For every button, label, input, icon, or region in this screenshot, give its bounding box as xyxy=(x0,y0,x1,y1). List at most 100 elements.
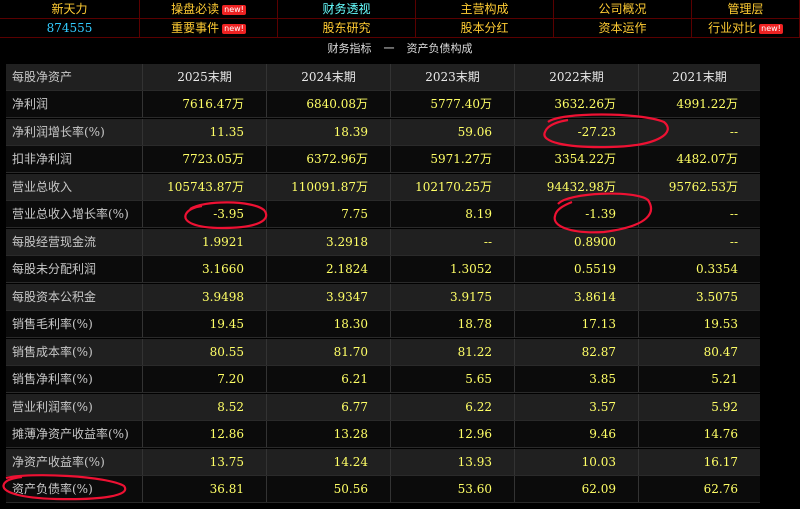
nav-ziben-yunzuo[interactable]: 资本运作 xyxy=(554,19,692,38)
table-row: 销售毛利率(%) 19.45 18.30 18.78 17.13 19.53 xyxy=(6,311,760,338)
value-cell: 7723.05万 xyxy=(142,146,266,172)
row-label[interactable]: 每股经营现金流 xyxy=(6,229,142,255)
row-label[interactable]: 净利润增长率(%) xyxy=(6,119,142,145)
nav-hangye-duibi[interactable]: 行业对比 new! xyxy=(692,19,800,38)
value-cell: 6372.96万 xyxy=(266,146,390,172)
value-cell: 6840.08万 xyxy=(266,91,390,117)
row-label[interactable]: 营业利润率(%) xyxy=(6,394,142,420)
value-cell: 7.75 xyxy=(266,201,390,227)
new-badge: new! xyxy=(222,4,246,15)
table-row: 净利润 7616.47万 6840.08万 5777.40万 3632.26万 4991.… xyxy=(6,91,760,118)
table-row: 营业利润率(%) 8.52 6.77 6.22 3.57 5.92 xyxy=(6,393,760,421)
table-row: 净利润增长率(%) 11.35 18.39 59.06 -27.23 -- xyxy=(6,118,760,146)
value-cell: 8.19 xyxy=(390,201,514,227)
value-cell: 81.70 xyxy=(266,338,390,365)
table-row: 净资产收益率(%) 13.75 14.24 13.93 10.03 16.17 xyxy=(6,448,760,476)
nav-gudong-yanjiu[interactable]: 股东研究 xyxy=(278,19,416,38)
value-cell: 5.92 xyxy=(638,393,760,420)
value-cell: 17.13 xyxy=(514,311,638,337)
table-row: 每股资本公积金 3.9498 3.9347 3.9175 3.8614 3.5075 xyxy=(6,283,760,311)
value-cell: 2.1824 xyxy=(266,256,390,282)
subtitle-balance-sheet[interactable]: 资产负债构成 xyxy=(407,42,473,55)
value-cell: 53.60 xyxy=(390,476,514,502)
subtitle-separator: 一 xyxy=(383,42,395,55)
period-header: 2023末期 xyxy=(390,64,514,90)
value-cell: 6.21 xyxy=(266,366,390,392)
row-label[interactable]: 营业总收入增长率(%) xyxy=(6,201,142,227)
table-row: 销售净利率(%) 7.20 6.21 5.65 3.85 5.21 xyxy=(6,366,760,393)
value-cell: 6.77 xyxy=(266,393,390,420)
value-cell: 14.76 xyxy=(638,421,760,447)
table-row: 扣非净利润 7723.05万 6372.96万 5971.27万 3354.22万 448… xyxy=(6,146,760,173)
subtitle-financial-indicators[interactable]: 财务指标 xyxy=(328,42,372,55)
value-cell: 3.1660 xyxy=(142,256,266,282)
value-cell: -- xyxy=(638,228,760,255)
row-label[interactable]: 摊薄净资产收益率(%) xyxy=(6,421,142,447)
value-cell: 18.30 xyxy=(266,311,390,337)
value-cell: 3.5075 xyxy=(638,283,760,310)
value-cell: -- xyxy=(390,228,514,255)
row-label[interactable]: 销售净利率(%) xyxy=(6,366,142,392)
value-cell: 5.65 xyxy=(390,366,514,392)
value-cell: 1.9921 xyxy=(142,228,266,255)
new-badge: new! xyxy=(222,23,246,34)
table-row: 每股未分配利润 3.1660 2.1824 1.3052 0.5519 0.3354 xyxy=(6,256,760,283)
new-badge: new! xyxy=(759,23,783,34)
value-cell: 0.8900 xyxy=(514,228,638,255)
value-cell: 7616.47万 xyxy=(142,91,266,117)
value-cell: 18.78 xyxy=(390,311,514,337)
row-label[interactable]: 销售毛利率(%) xyxy=(6,311,142,337)
value-cell: 3.9347 xyxy=(266,283,390,310)
row-label[interactable]: 每股资本公积金 xyxy=(6,284,142,310)
period-header: 2024末期 xyxy=(266,64,390,90)
value-cell: -1.39 xyxy=(514,201,638,227)
nav-gongsi-gaikuang[interactable]: 公司概况 xyxy=(554,0,692,19)
period-header: 2025末期 xyxy=(142,64,266,90)
value-cell: 12.86 xyxy=(142,421,266,447)
value-cell: -3.95 xyxy=(142,201,266,227)
value-cell: 5971.27万 xyxy=(390,146,514,172)
table-row: 销售成本率(%) 80.55 81.70 81.22 82.87 80.47 xyxy=(6,338,760,366)
value-cell: 9.46 xyxy=(514,421,638,447)
value-cell: 110091.87万 xyxy=(266,173,390,200)
row-label[interactable]: 净资产收益率(%) xyxy=(6,449,142,475)
row-label[interactable]: 每股未分配利润 xyxy=(6,256,142,282)
value-cell: 105743.87万 xyxy=(142,173,266,200)
value-cell: 19.45 xyxy=(142,311,266,337)
value-cell: 19.53 xyxy=(638,311,760,337)
row-label[interactable]: 营业总收入 xyxy=(6,174,142,200)
value-cell: 50.56 xyxy=(266,476,390,502)
table-row: 资产负债率(%) 36.81 50.56 53.60 62.09 62.76 xyxy=(6,476,760,503)
row-label[interactable]: 扣非净利润 xyxy=(6,146,142,172)
nav-zhuying-goucheng[interactable]: 主营构成 xyxy=(416,0,554,19)
value-cell: 13.28 xyxy=(266,421,390,447)
nav-caiwu-toushi[interactable]: 财务透视 xyxy=(278,0,416,19)
nav-caopan-bidu[interactable]: 操盘必读 new! xyxy=(140,0,278,19)
row-label[interactable]: 净利润 xyxy=(6,91,142,117)
top-nav: 新天力 874555 操盘必读 new! 财务透视 主营构成 公司概况 管理层 重… xyxy=(0,0,800,38)
value-cell: 81.22 xyxy=(390,338,514,365)
value-cell: 5777.40万 xyxy=(390,91,514,117)
period-header: 2021末期 xyxy=(638,64,760,90)
value-cell: 12.96 xyxy=(390,421,514,447)
row-label[interactable]: 销售成本率(%) xyxy=(6,339,142,365)
stock-name: 新天力 xyxy=(0,0,140,19)
value-cell: 18.39 xyxy=(266,118,390,145)
table-row: 摊薄净资产收益率(%) 12.86 13.28 12.96 9.46 14.76 xyxy=(6,421,760,448)
nav-zhongyao-shijian[interactable]: 重要事件 new! xyxy=(140,19,278,38)
value-cell: 80.55 xyxy=(142,338,266,365)
value-cell: 4482.07万 xyxy=(638,146,760,172)
value-cell: 3.9498 xyxy=(142,283,266,310)
value-cell: 3.9175 xyxy=(390,283,514,310)
value-cell: 10.03 xyxy=(514,448,638,475)
value-cell: 3.57 xyxy=(514,393,638,420)
value-cell: 3.85 xyxy=(514,366,638,392)
nav-guanlizeng[interactable]: 管理层 xyxy=(692,0,800,19)
value-cell: 3.2918 xyxy=(266,228,390,255)
table-row: 营业总收入增长率(%) -3.95 7.75 8.19 -1.39 -- xyxy=(6,201,760,228)
value-cell: 16.17 xyxy=(638,448,760,475)
corner-label: 每股净资产 xyxy=(12,70,73,84)
nav-guben-fenhong[interactable]: 股本分红 xyxy=(416,19,554,38)
value-cell: 7.20 xyxy=(142,366,266,392)
row-label[interactable]: 资产负债率(%) xyxy=(6,476,142,502)
